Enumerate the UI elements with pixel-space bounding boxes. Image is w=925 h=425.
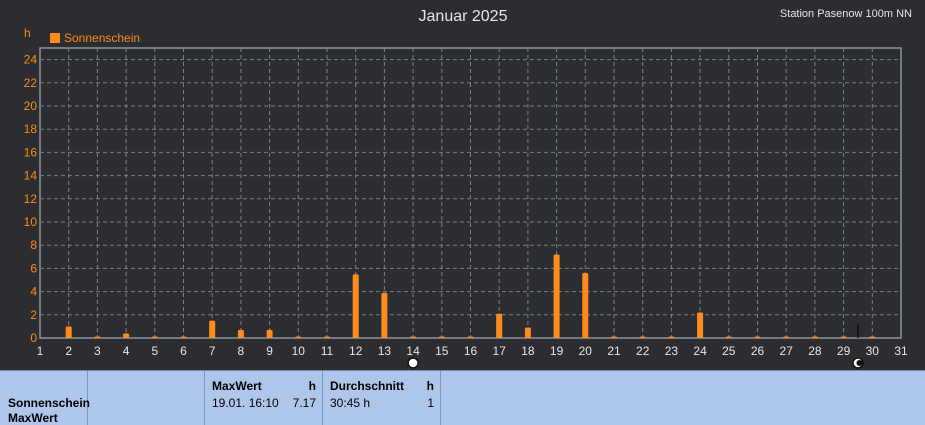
summary-label-sonnenschein: Sonnenschein <box>8 396 91 410</box>
full-moon-icon <box>407 357 419 369</box>
bar <box>410 336 417 338</box>
bar <box>123 333 130 338</box>
bar <box>266 329 273 338</box>
y-tick-label: 0 <box>30 331 37 345</box>
x-tick-label: 20 <box>579 344 593 358</box>
y-tick-label: 6 <box>30 261 37 275</box>
bar <box>151 336 158 338</box>
y-tick-labels: 024681012141618202224 <box>24 53 38 345</box>
y-tick-label: 2 <box>30 308 37 322</box>
x-tick-label: 19 <box>550 344 564 358</box>
bar <box>496 313 503 338</box>
avg-extra: 1 <box>427 396 434 410</box>
y-tick-label: 14 <box>24 169 38 183</box>
avg-header: Durchschnitt <box>330 379 405 393</box>
x-tick-label: 23 <box>665 344 679 358</box>
x-tick-label: 16 <box>464 344 478 358</box>
x-tick-label: 10 <box>292 344 306 358</box>
x-tick-labels: 1 2 3 4 5 6 7 8 9 10 11 12 13 14 15 16 17 18 19 20 21 22 23 24 2… <box>37 344 908 358</box>
x-tick-label: 2 <box>65 344 72 358</box>
avg-value: 30:45 h <box>330 396 371 410</box>
bar <box>65 326 72 338</box>
y-tick-label: 10 <box>24 215 38 229</box>
bar <box>438 336 445 338</box>
x-tick-label: 13 <box>378 344 392 358</box>
max-unit: h <box>308 379 316 393</box>
x-tick-label: 14 <box>406 344 420 358</box>
x-tick-label: 24 <box>693 344 707 358</box>
bar <box>783 336 790 338</box>
y-tick-label: 18 <box>24 122 38 136</box>
summary-panel: Sonnenschein MaxWert MaxWert h 19.01. 16… <box>0 370 925 425</box>
summary-label-cell: Sonnenschein MaxWert <box>0 371 91 425</box>
bar <box>697 312 704 338</box>
x-tick-label: 7 <box>209 344 216 358</box>
x-tick-label: 21 <box>607 344 621 358</box>
bar <box>840 336 847 338</box>
x-tick-label: 8 <box>238 344 245 358</box>
bar <box>811 336 818 338</box>
bar <box>582 273 589 338</box>
x-tick-label: 30 <box>866 344 880 358</box>
bar <box>324 336 330 338</box>
legend-swatch <box>50 33 60 43</box>
x-tick-label: 29 <box>837 344 851 358</box>
bar <box>209 320 216 338</box>
bar <box>524 327 531 338</box>
x-tick-label: 28 <box>808 344 822 358</box>
y-tick-label: 16 <box>24 145 38 159</box>
max-time: 19.01. 16:10 <box>212 396 279 410</box>
station-label: Station Pasenow 100m NN <box>780 8 912 20</box>
bar <box>869 336 876 338</box>
bar <box>352 274 359 338</box>
x-tick-label: 9 <box>266 344 273 358</box>
bar <box>725 336 732 338</box>
summary-empty-cell <box>88 371 205 425</box>
x-tick-label: 11 <box>321 344 334 358</box>
x-tick-label: 26 <box>751 344 765 358</box>
y-axis-label: h <box>24 26 31 40</box>
x-tick-label: 4 <box>123 344 130 358</box>
y-tick-label: 12 <box>24 192 38 206</box>
x-tick-label: 31 <box>894 344 908 358</box>
y-tick-label: 8 <box>30 238 37 252</box>
max-value: 7.17 <box>292 396 316 410</box>
y-tick-label: 24 <box>24 53 38 67</box>
x-tick-label: 12 <box>349 344 363 358</box>
x-tick-label: 25 <box>722 344 736 358</box>
x-tick-label: 18 <box>521 344 535 358</box>
bar <box>754 336 761 338</box>
max-header: MaxWert <box>212 379 262 393</box>
bar <box>237 329 244 338</box>
y-tick-label: 22 <box>24 76 38 90</box>
x-tick-label: 6 <box>180 344 187 358</box>
summary-max-cell: MaxWert h 19.01. 16:10 7.17 <box>205 371 323 425</box>
summary-avg-cell: Durchschnitt h 30:45 h 1 <box>323 371 441 425</box>
new-moon-shade <box>856 360 863 366</box>
y-tick-label: 4 <box>30 285 37 299</box>
x-tick-label: 5 <box>151 344 158 358</box>
x-tick-label: 1 <box>37 344 44 358</box>
bar <box>295 336 302 338</box>
y-tick-label: 20 <box>24 99 38 113</box>
bar <box>639 336 646 338</box>
bar <box>467 336 474 338</box>
summary-label-maxwert: MaxWert <box>8 411 58 425</box>
bar <box>180 336 187 338</box>
x-tick-label: 27 <box>780 344 794 358</box>
chart: Januar 2025 Station Pasenow 100m NN h So… <box>24 8 912 369</box>
bar <box>668 336 675 338</box>
chart-title: Januar 2025 <box>419 8 508 25</box>
bar <box>553 254 560 338</box>
bar <box>94 336 101 338</box>
x-tick-label: 22 <box>636 344 650 358</box>
bar <box>611 336 617 338</box>
bar <box>381 292 388 338</box>
x-tick-label: 3 <box>94 344 101 358</box>
x-tick-label: 15 <box>435 344 449 358</box>
legend-label: Sonnenschein <box>64 31 140 45</box>
avg-unit: h <box>426 379 434 393</box>
x-tick-label: 17 <box>493 344 507 358</box>
